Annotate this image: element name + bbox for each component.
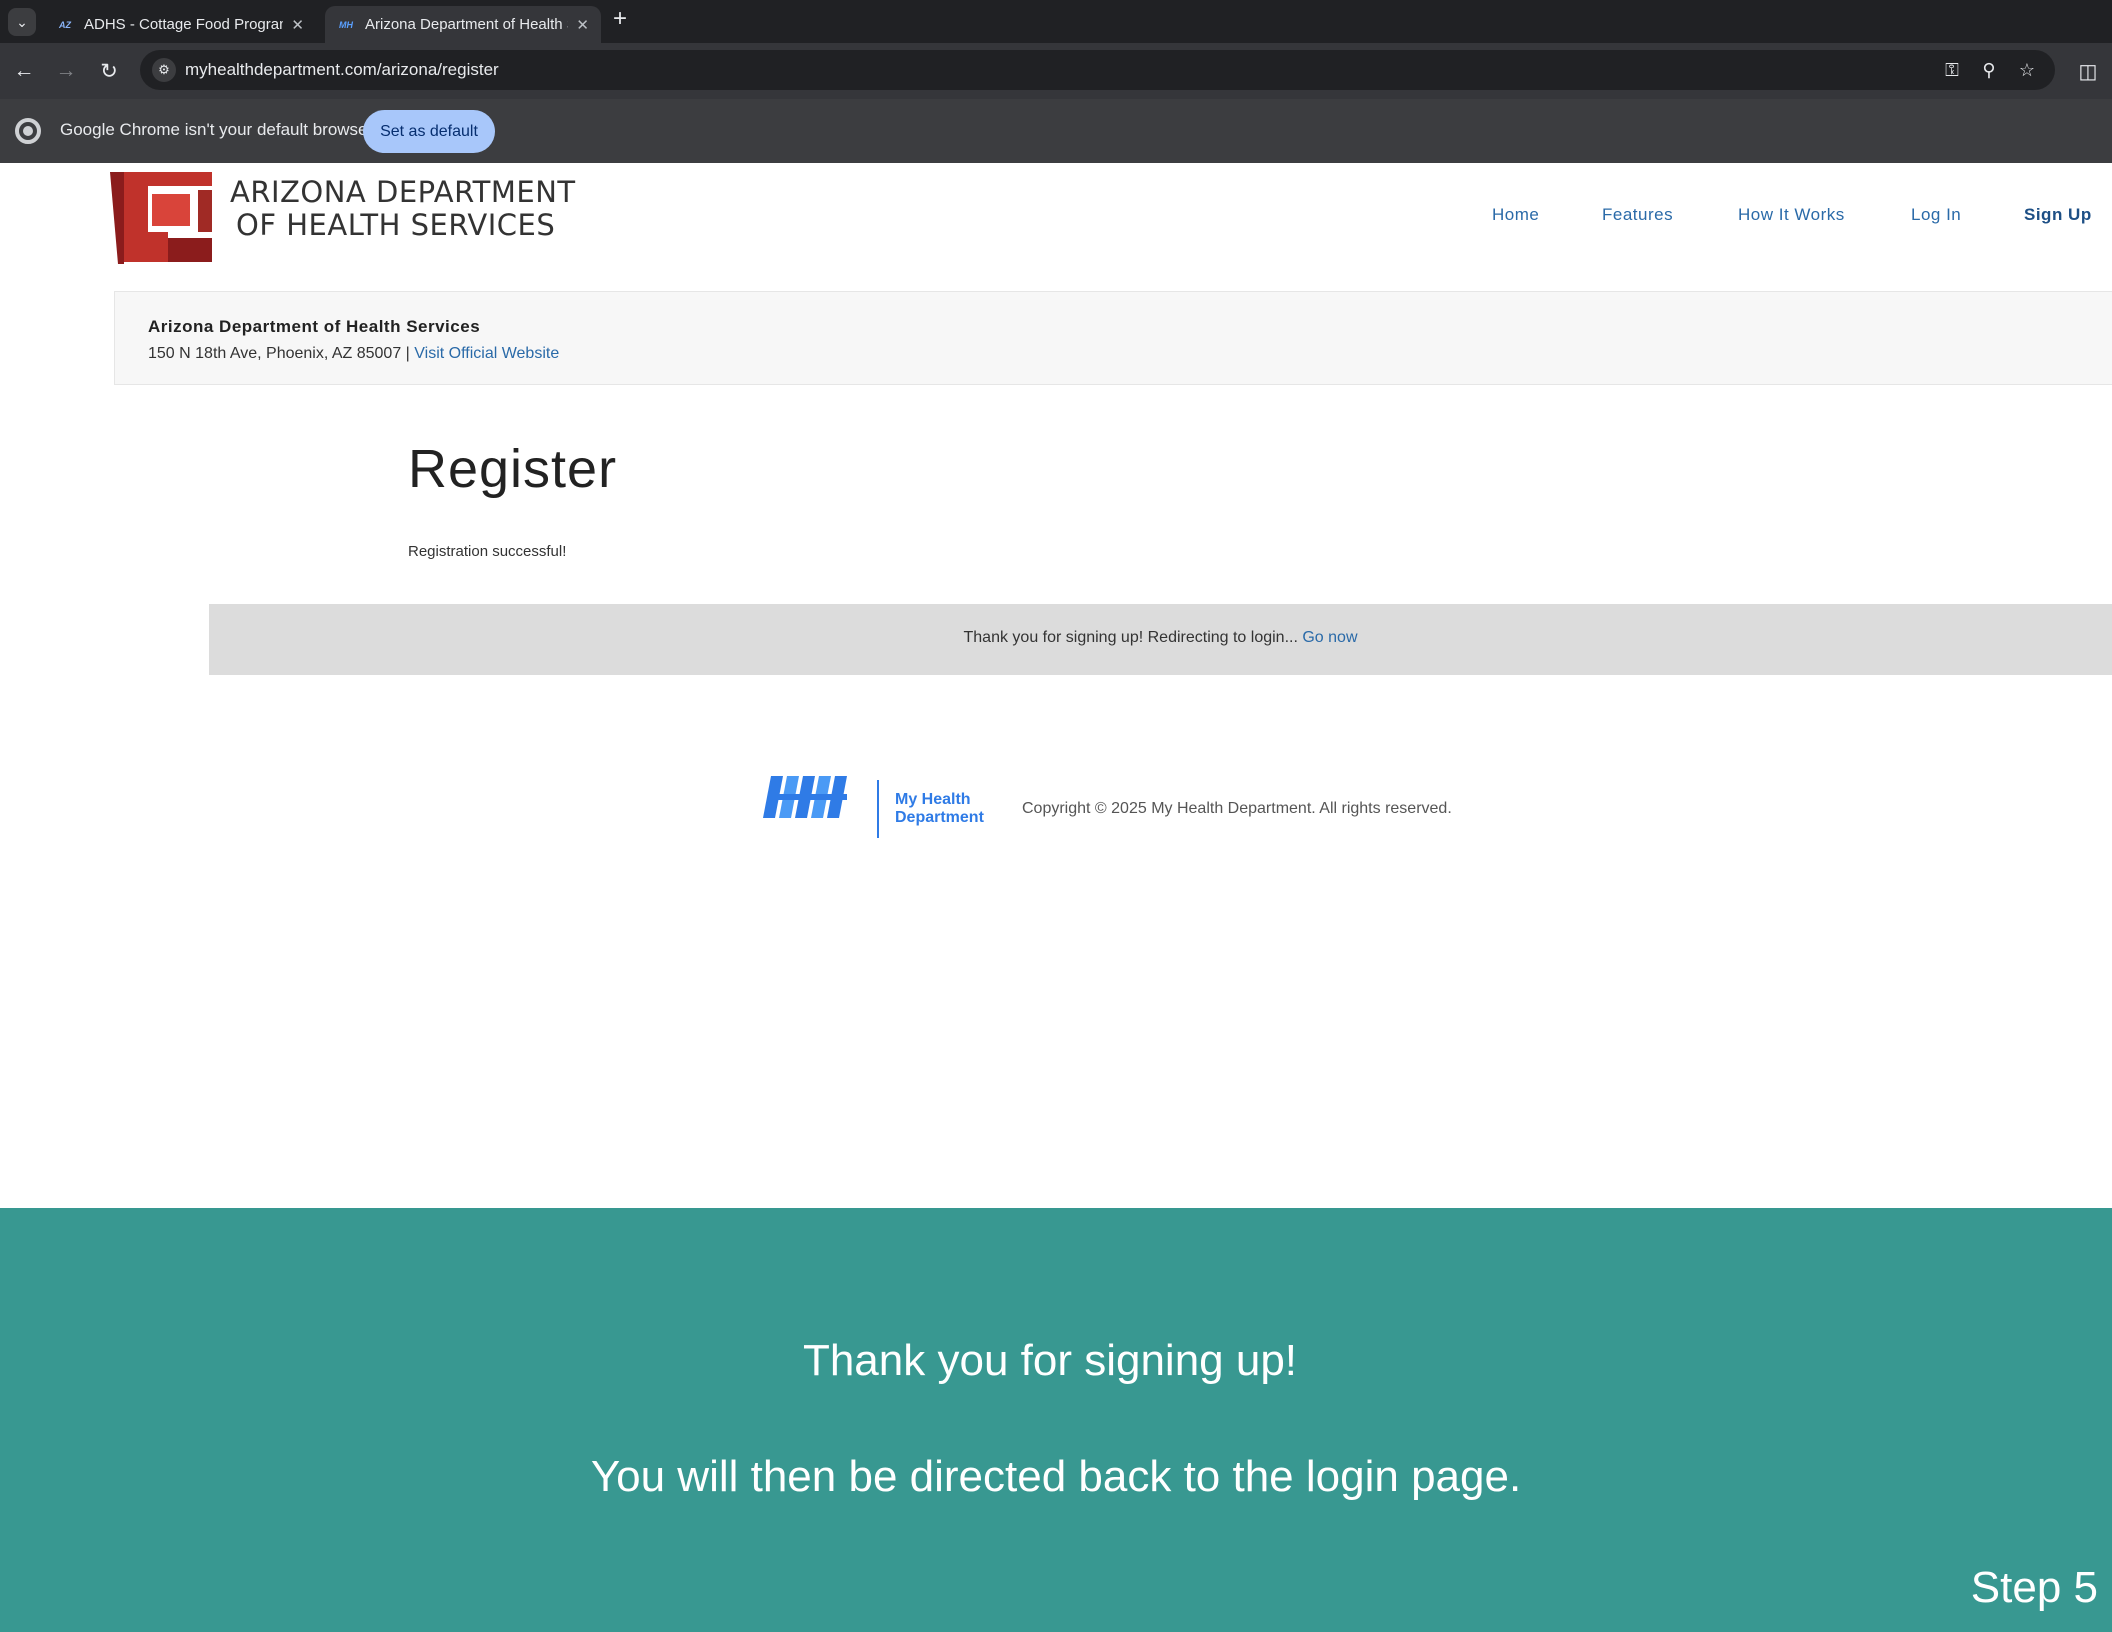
footer-brand-line-1: My Health (895, 791, 971, 808)
web-page: ARIZONA DEPARTMENT OF HEALTH SERVICES Ho… (0, 163, 2112, 1208)
redirect-message: Thank you for signing up! Redirecting to… (963, 629, 1303, 646)
browser-tab-arizona-health[interactable]: MH Arizona Department of Health S ✕ (325, 6, 601, 43)
close-icon[interactable]: ✕ (576, 16, 589, 34)
agency-info-bar: Arizona Department of Health Services 15… (114, 291, 2112, 385)
nav-log-in[interactable]: Log In (1911, 205, 1961, 225)
browser-tab-cottage-food[interactable]: AZ ADHS - Cottage Food Program ✕ (44, 6, 316, 43)
adhs-logo[interactable]: ARIZONA DEPARTMENT OF HEALTH SERVICES (110, 168, 575, 264)
page-title: Register (408, 439, 618, 499)
bookmark-star-icon[interactable]: ☆ (2015, 58, 2039, 82)
adhs-emblem-icon (110, 172, 212, 264)
default-browser-infobar: Google Chrome isn't your default browser… (0, 99, 2112, 163)
browser-tab-bar: ⌄ AZ ADHS - Cottage Food Program ✕ MH Ar… (0, 0, 2112, 43)
tutorial-caption-panel: Thank you for signing up! You will then … (0, 1208, 2112, 1632)
nav-sign-up[interactable]: Sign Up (2024, 205, 2092, 225)
go-now-link[interactable]: Go now (1302, 629, 1357, 646)
nav-features[interactable]: Features (1602, 205, 1673, 225)
redirect-notice: Thank you for signing up! Redirecting to… (209, 604, 2112, 675)
logo-text: ARIZONA DEPARTMENT OF HEALTH SERVICES (230, 176, 576, 242)
address-bar[interactable]: ⚙ myhealthdepartment.com/arizona/registe… (140, 50, 2055, 90)
footer-divider (877, 780, 879, 838)
url-text[interactable]: myhealthdepartment.com/arizona/register (185, 60, 499, 80)
password-key-icon[interactable]: ⚿ (1940, 58, 1964, 82)
footer-brand-line-2: Department (895, 809, 984, 826)
agency-address: 150 N 18th Ave, Phoenix, AZ 85007 | Visi… (148, 345, 559, 363)
site-settings-icon[interactable]: ⚙ (152, 58, 176, 82)
agency-name: Arizona Department of Health Services (148, 317, 481, 336)
tab-title: ADHS - Cottage Food Program (84, 16, 284, 33)
redirect-notice-text: Thank you for signing up! Redirecting to… (209, 629, 2112, 647)
tab-title: Arizona Department of Health S (365, 16, 569, 33)
nav-home[interactable]: Home (1492, 205, 1539, 225)
set-as-default-button[interactable]: Set as default (363, 110, 495, 153)
infobar-message: Google Chrome isn't your default browser (60, 120, 374, 139)
visit-official-website-link[interactable]: Visit Official Website (414, 345, 559, 362)
my-health-department-logo-icon (763, 776, 847, 818)
copyright-text: Copyright © 2025 My Health Department. A… (1022, 800, 1452, 817)
step-label: Step 5 (1970, 1563, 2098, 1612)
new-tab-plus-icon[interactable]: + (613, 5, 627, 33)
mh-favicon-icon: MH (339, 19, 353, 30)
browser-toolbar: ← → ↻ ⚙ myhealthdepartment.com/arizona/r… (0, 43, 2112, 99)
extensions-puzzle-icon[interactable]: ◫ (2074, 57, 2102, 85)
caption-line-1: Thank you for signing up! (802, 1336, 1298, 1385)
az-favicon-icon: AZ (59, 19, 71, 30)
logo-line-2: OF HEALTH SERVICES (236, 208, 556, 242)
close-icon[interactable]: ✕ (291, 16, 304, 34)
caption-line-2: You will then be directed back to the lo… (590, 1452, 1522, 1501)
nav-how-it-works[interactable]: How It Works (1738, 205, 1845, 225)
logo-line-1: ARIZONA DEPARTMENT (230, 175, 576, 209)
chrome-logo-icon (15, 118, 41, 144)
reload-icon[interactable]: ↻ (95, 57, 123, 85)
zoom-icon[interactable]: ⚲ (1977, 58, 2001, 82)
registration-status: Registration successful! (408, 543, 567, 560)
tab-search-chevron-icon[interactable]: ⌄ (8, 8, 36, 36)
footer-brand-name: My Health Department (895, 791, 984, 827)
back-arrow-icon[interactable]: ← (10, 57, 38, 85)
agency-address-text: 150 N 18th Ave, Phoenix, AZ 85007 | (148, 345, 415, 362)
forward-arrow-icon[interactable]: → (52, 57, 80, 85)
